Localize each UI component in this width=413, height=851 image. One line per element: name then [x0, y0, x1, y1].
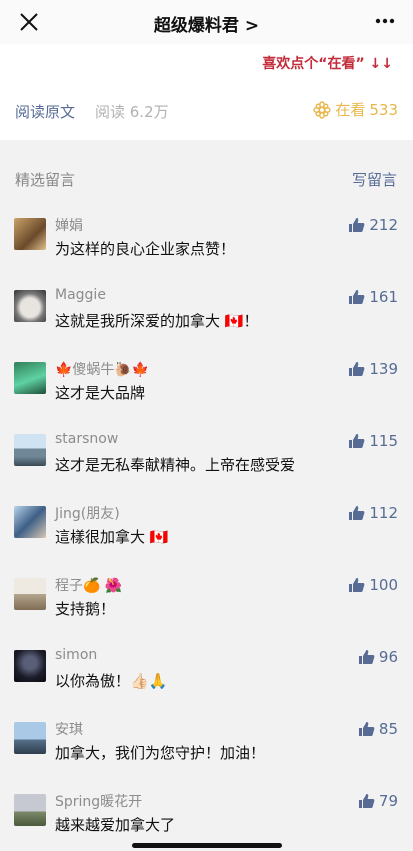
- zaikan-flower-icon: [313, 100, 332, 119]
- zaikan-label: 在看: [335, 101, 366, 119]
- comments-header: 精选留言 写留言: [0, 140, 413, 204]
- zaikan-button[interactable]: 在看 533: [313, 99, 398, 120]
- comment-author[interactable]: Spring暖花开: [55, 791, 142, 811]
- comment-item: 婵娟 为这样的良心企业家点赞！ 212: [0, 215, 413, 290]
- read-count: 阅读 6.2万: [95, 103, 169, 121]
- thumbs-up-icon: [349, 290, 365, 304]
- like-count: 85: [378, 720, 398, 738]
- avatar[interactable]: [14, 290, 46, 322]
- like-button[interactable]: 112: [348, 504, 398, 522]
- avatar[interactable]: [14, 578, 46, 610]
- top-nav-bar: 超级爆料君 >: [0, 0, 413, 44]
- account-title[interactable]: 超级爆料君 >: [0, 11, 413, 36]
- like-button[interactable]: 212: [348, 216, 398, 234]
- like-count: 161: [369, 288, 398, 306]
- like-button[interactable]: 139: [348, 360, 398, 378]
- like-count: 212: [369, 216, 398, 234]
- comment-text: 这才是无私奉献精神。上帝在感受爱: [55, 456, 296, 474]
- home-indicator: [132, 843, 282, 848]
- thumbs-up-icon: [349, 362, 365, 376]
- comment-author[interactable]: 🍁傻蜗牛🐌🍁: [55, 359, 149, 379]
- comment-author[interactable]: starsnow: [55, 431, 118, 447]
- comment-author[interactable]: 安琪: [55, 719, 83, 739]
- like-button[interactable]: 96: [358, 648, 398, 666]
- like-count: 96: [378, 648, 398, 666]
- zaikan-count: 533: [369, 100, 398, 119]
- thumbs-up-icon: [349, 506, 365, 520]
- comment-text: 支持鹅！: [55, 600, 116, 618]
- comment-text: 这就是我所深爱的加拿大 🇨🇦！: [55, 312, 259, 330]
- comment-item: 程子🍊 🌺 支持鹅！ 100: [0, 575, 413, 650]
- comment-author[interactable]: Jing(朋友): [55, 503, 120, 523]
- avatar[interactable]: [14, 362, 46, 394]
- read-original-link[interactable]: 阅读原文: [15, 101, 75, 122]
- like-count: 115: [369, 432, 398, 450]
- comment-text: 以你為傲！👍🏻🙏: [55, 672, 168, 690]
- comment-item: 🍁傻蜗牛🐌🍁 这才是大品牌 139: [0, 359, 413, 434]
- like-hint: 喜欢点个“在看” ↓↓: [262, 56, 393, 72]
- like-count: 100: [369, 576, 398, 594]
- avatar[interactable]: [14, 650, 46, 682]
- avatar[interactable]: [14, 434, 46, 466]
- comment-text: 加拿大，我们为您守护！加油！: [55, 744, 266, 762]
- comment-text: 为这样的良心企业家点赞！: [55, 240, 236, 258]
- comment-author[interactable]: 程子🍊 🌺: [55, 575, 122, 595]
- comment-item: 安琪 加拿大，我们为您守护！加油！ 85: [0, 719, 413, 794]
- like-button[interactable]: 85: [358, 720, 398, 738]
- comment-author[interactable]: 婵娟: [55, 215, 83, 235]
- thumbs-up-icon: [349, 434, 365, 448]
- thumbs-up-icon: [358, 794, 375, 808]
- featured-comments-label: 精选留言: [15, 171, 76, 189]
- like-button[interactable]: 79: [358, 792, 398, 810]
- more-icon[interactable]: [375, 18, 395, 24]
- comment-item: simon 以你為傲！👍🏻🙏 96: [0, 647, 413, 722]
- avatar[interactable]: [14, 722, 46, 754]
- comment-text: 这才是大品牌: [55, 384, 146, 402]
- thumbs-up-icon: [349, 578, 365, 592]
- thumbs-up-icon: [358, 722, 375, 736]
- like-button[interactable]: 161: [348, 288, 398, 306]
- like-button[interactable]: 100: [348, 576, 398, 594]
- comment-item: starsnow 这才是无私奉献精神。上帝在感受爱 115: [0, 431, 413, 506]
- comment-author[interactable]: simon: [55, 647, 97, 663]
- like-count: 79: [378, 792, 398, 810]
- thumbs-up-icon: [349, 218, 365, 232]
- comment-text: 這樣很加拿大 🇨🇦: [55, 528, 169, 546]
- like-count: 139: [369, 360, 398, 378]
- avatar[interactable]: [14, 794, 46, 826]
- comment-text: 越来越爱加拿大了: [55, 816, 176, 834]
- comment-item: Maggie 这就是我所深爱的加拿大 🇨🇦！ 161: [0, 287, 413, 362]
- comment-item: Jing(朋友) 這樣很加拿大 🇨🇦 112: [0, 503, 413, 578]
- like-button[interactable]: 115: [348, 432, 398, 450]
- thumbs-up-icon: [358, 650, 375, 664]
- write-comment-link[interactable]: 写留言: [352, 169, 397, 190]
- avatar[interactable]: [14, 506, 46, 538]
- like-count: 112: [369, 504, 398, 522]
- avatar[interactable]: [14, 218, 46, 250]
- article-footer: 喜欢点个“在看” ↓↓ 阅读原文 阅读 6.2万 在看 533: [0, 44, 413, 140]
- comment-author[interactable]: Maggie: [55, 287, 106, 303]
